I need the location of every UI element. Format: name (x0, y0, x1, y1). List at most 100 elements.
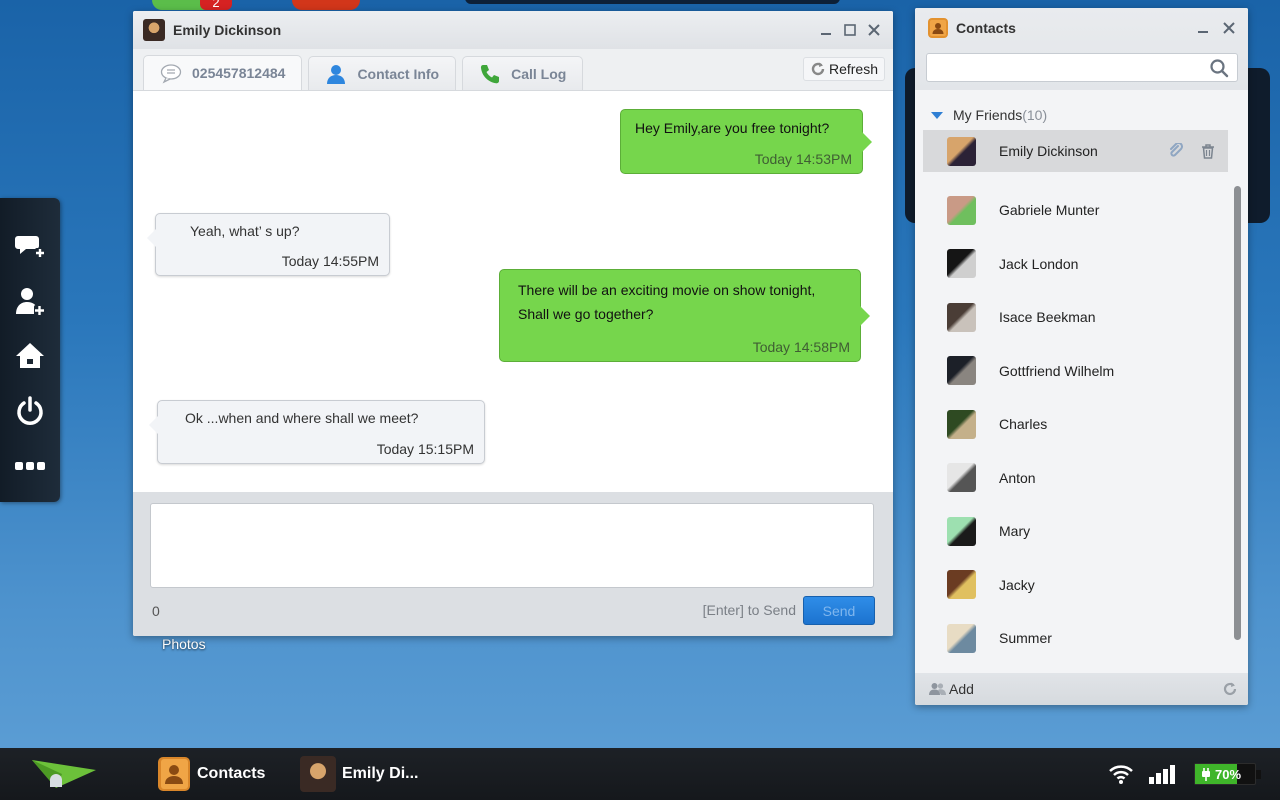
tab-label: Contact Info (357, 65, 440, 82)
contact-avatar (947, 516, 976, 546)
character-count: 0 (152, 603, 160, 619)
taskbar: Contacts Emily Di... 70% (0, 748, 1280, 800)
emily-avatar (300, 756, 336, 792)
refresh-label: Refresh (828, 61, 878, 77)
contact-avatar (947, 570, 976, 600)
chat-tabbar: 025457812484 Contact Info Call Log Refre… (133, 49, 893, 91)
battery-indicator[interactable]: 70% (1194, 763, 1261, 785)
power-button[interactable] (10, 391, 50, 431)
message-time: Today 14:53PM (754, 151, 852, 167)
group-count: (10) (1022, 107, 1048, 123)
notification-badge: 2 (200, 0, 232, 10)
phone-icon (481, 64, 500, 83)
minimize-icon (821, 33, 831, 35)
attach-icon[interactable] (1168, 143, 1184, 159)
tab-messages[interactable]: 025457812484 (143, 55, 303, 90)
contact-list-scrollbar[interactable] (1234, 186, 1241, 640)
compose-area: 0 [Enter] to Send Send (133, 492, 893, 636)
contact-name: Anton (999, 469, 1036, 486)
contact-avatar (947, 623, 976, 653)
group-name: My Friends (953, 107, 1023, 123)
close-icon (868, 24, 880, 36)
minimize-button[interactable] (817, 21, 835, 39)
contact-list-item[interactable]: Jack London (915, 237, 1248, 291)
contact-list-item[interactable]: Emily Dickinson (923, 130, 1228, 172)
new-message-button[interactable] (10, 226, 50, 266)
contact-avatar (947, 463, 976, 493)
background-window (465, 0, 840, 4)
contacts-title-bar[interactable]: Contacts (915, 8, 1248, 48)
close-icon (1223, 22, 1235, 34)
tab-call-log[interactable]: Call Log (462, 56, 584, 90)
message-text-line: There will be an exciting movie on show … (518, 282, 816, 298)
chat-title: Emily Dickinson (173, 22, 282, 38)
trash-icon[interactable] (1200, 143, 1216, 159)
contact-group-header[interactable]: My Friends (10) (915, 100, 1248, 130)
contacts-title: Contacts (956, 20, 1016, 36)
bubble-tail (147, 229, 156, 247)
caret-down-icon (931, 111, 943, 119)
minimize-button[interactable] (1194, 19, 1212, 37)
contacts-footer: Add (915, 673, 1248, 705)
message-incoming[interactable]: Ok ...when and where shall we meet? Toda… (149, 400, 485, 464)
search-icon[interactable] (1209, 58, 1229, 78)
contact-avatar (947, 249, 976, 279)
contact-name: Jack London (999, 255, 1079, 272)
message-outgoing[interactable]: Hey Emily,are you free tonight? Today 14… (620, 109, 872, 174)
contacts-book-icon (928, 18, 948, 38)
send-button[interactable]: Send (803, 596, 875, 625)
refresh-icon[interactable] (1222, 681, 1238, 697)
message-list: Hey Emily,are you free tonight? Today 14… (133, 91, 893, 494)
airdroid-logo-icon[interactable] (30, 754, 98, 794)
contacts-window: Contacts My Friends (10) Emily Dickinson… (915, 8, 1248, 705)
chat-title-bar[interactable]: Emily Dickinson (133, 11, 893, 49)
contact-name: Gabriele Munter (999, 202, 1100, 219)
contact-avatar (947, 356, 976, 386)
tab-contact-info[interactable]: Contact Info (308, 56, 457, 90)
contact-avatar (143, 19, 165, 41)
contact-list-item[interactable]: Jacky (915, 558, 1248, 612)
close-button[interactable] (865, 21, 883, 39)
message-time: Today 14:58PM (752, 339, 850, 355)
contact-list-item[interactable]: Isace Beekman (915, 291, 1248, 345)
contact-name: Jacky (999, 576, 1035, 593)
contact-name: Summer (999, 630, 1052, 647)
taskbar-item-emily-dickinson[interactable]: Emily Di... (300, 755, 418, 793)
refresh-button[interactable]: Refresh (802, 57, 885, 81)
more-button[interactable] (10, 446, 50, 486)
message-time: Today 14:55PM (281, 253, 379, 269)
wifi-icon[interactable] (1108, 763, 1134, 785)
contact-list-item[interactable]: Gabriele Munter (915, 184, 1248, 238)
message-incoming[interactable]: Yeah, what’ s up? Today 14:55PM (147, 213, 390, 276)
enter-to-send-hint: [Enter] to Send (702, 602, 796, 618)
close-button[interactable] (1220, 19, 1238, 37)
contact-list-item[interactable]: Gottfriend Wilhelm (915, 344, 1248, 398)
tab-label: Call Log (511, 65, 567, 82)
add-contact-button[interactable]: Add (929, 681, 974, 697)
message-outgoing[interactable]: There will be an exciting movie on show … (499, 269, 870, 362)
background-app-tile[interactable] (292, 0, 360, 10)
contact-avatar (947, 302, 976, 332)
contact-list-item[interactable]: Mary (915, 505, 1248, 559)
contact-list-item[interactable]: Anton (915, 451, 1248, 505)
battery-cap (1256, 770, 1261, 779)
taskbar-item-label: Contacts (197, 765, 266, 782)
contact-search-input[interactable] (927, 54, 1209, 81)
contact-list-item[interactable]: Summer (915, 612, 1248, 666)
bubble-tail (149, 416, 158, 434)
contact-list-item[interactable]: Charles (915, 398, 1248, 452)
add-contact-button[interactable] (10, 281, 50, 321)
home-button[interactable] (10, 336, 50, 376)
taskbar-item-contacts[interactable]: Contacts (157, 755, 265, 793)
message-input[interactable] (150, 503, 874, 588)
signal-strength-icon[interactable] (1148, 764, 1176, 784)
add-contact-icon (16, 288, 45, 316)
more-icon (15, 462, 45, 470)
battery-percent: 70% (1215, 767, 1242, 782)
desktop-icon-label-photos[interactable]: Photos (162, 636, 206, 652)
add-people-icon (929, 683, 946, 695)
contact-avatar (947, 409, 976, 439)
maximize-button[interactable] (841, 21, 859, 39)
chat-window: Emily Dickinson 025457812484 Contact Inf… (133, 11, 893, 636)
contact-name: Mary (999, 523, 1031, 540)
